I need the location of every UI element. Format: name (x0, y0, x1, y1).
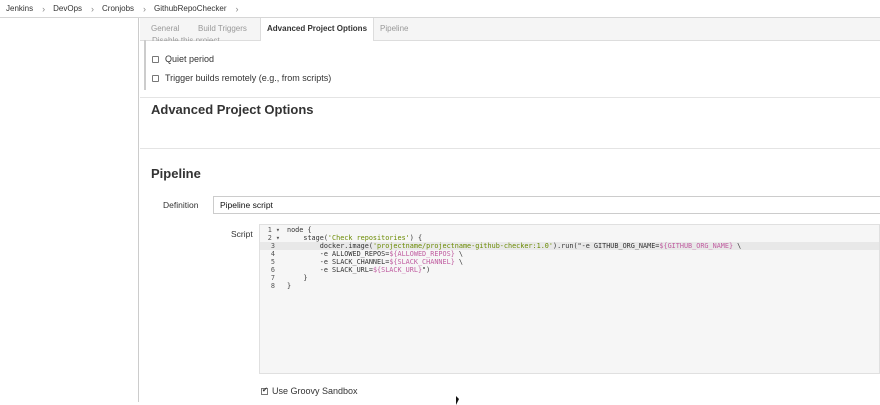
quiet-period-checkbox[interactable] (152, 55, 159, 63)
code-line: -e SLACK_CHANNEL=${SLACK_CHANNEL} \ (287, 258, 463, 266)
divider (140, 148, 880, 149)
definition-select[interactable]: Pipeline script (213, 196, 880, 214)
trigger-remote-label: Trigger builds remotely (e.g., from scri… (165, 73, 332, 83)
breadcrumb-jenkins[interactable]: Jenkins (6, 4, 33, 13)
line-number: 4 (270, 250, 275, 258)
mouse-cursor-icon (456, 396, 459, 405)
code-line: } (287, 282, 292, 290)
groovy-sandbox-label: Use Groovy Sandbox (272, 386, 358, 396)
breadcrumb-separator-icon[interactable]: › (236, 4, 239, 14)
config-tabs: General Build Triggers Advanced Project … (140, 18, 880, 41)
groovy-sandbox-row: Use Groovy Sandbox (261, 386, 358, 396)
line-number: 5 (270, 258, 275, 266)
fold-arrow-icon[interactable]: ▾ (276, 234, 280, 242)
line-number: 6 (270, 266, 275, 274)
code-line: -e ALLOWED_REPOS=${ALLOWED_REPOS} \ (287, 250, 463, 258)
editor-gutter: 1 ▾ 2 ▾ 3 4 5 6 7 8 (260, 225, 284, 373)
disable-project-label: Disable this project (152, 36, 220, 41)
trigger-remote-row: Trigger builds remotely (e.g., from scri… (152, 73, 331, 83)
section-title-advanced: Advanced Project Options (151, 102, 314, 117)
line-number: 3 (270, 242, 275, 250)
line-number: 7 (270, 274, 275, 282)
code-line: node { (287, 226, 312, 234)
divider (140, 97, 880, 98)
breadcrumb-cronjobs[interactable]: Cronjobs (102, 4, 134, 13)
tab-advanced-project-options[interactable]: Advanced Project Options (260, 18, 375, 41)
code-line: } (287, 274, 308, 282)
line-number: 2 ▾ (267, 234, 280, 242)
breadcrumb-separator-icon: › (91, 3, 95, 14)
tab-pipeline[interactable]: Pipeline (380, 18, 408, 40)
script-editor[interactable]: 1 ▾ 2 ▾ 3 4 5 6 7 8 node { stage('Check … (259, 224, 880, 374)
section-title-pipeline: Pipeline (151, 166, 201, 181)
breadcrumb-devops[interactable]: DevOps (53, 4, 82, 13)
line-number: 1 ▾ (267, 226, 280, 234)
section-indent-bar (144, 40, 146, 90)
code-line: stage('Check repositories') { (287, 234, 423, 242)
general-section: Disable this project Quiet period Trigge… (140, 36, 880, 96)
code-line: docker.image('projectname/projectname-gi… (287, 242, 742, 250)
groovy-sandbox-checkbox[interactable] (261, 386, 268, 395)
quiet-period-label: Quiet period (165, 54, 215, 64)
script-label: Script (231, 229, 253, 239)
breadcrumb-separator-icon: › (143, 3, 147, 14)
breadcrumb-separator-icon: › (42, 3, 46, 14)
trigger-remote-checkbox[interactable] (152, 74, 159, 82)
sidebar (0, 18, 139, 402)
breadcrumb-githubrepochecker[interactable]: GithubRepoChecker (154, 4, 226, 13)
line-number: 8 (270, 282, 275, 290)
breadcrumb: Jenkins › DevOps › Cronjobs › GithubRepo… (0, 0, 880, 18)
fold-arrow-icon[interactable]: ▾ (276, 226, 280, 234)
definition-label: Definition (163, 200, 199, 210)
code-line: -e SLACK_URL=${SLACK_URL}") (287, 266, 431, 274)
quiet-period-row: Quiet period (152, 54, 214, 64)
